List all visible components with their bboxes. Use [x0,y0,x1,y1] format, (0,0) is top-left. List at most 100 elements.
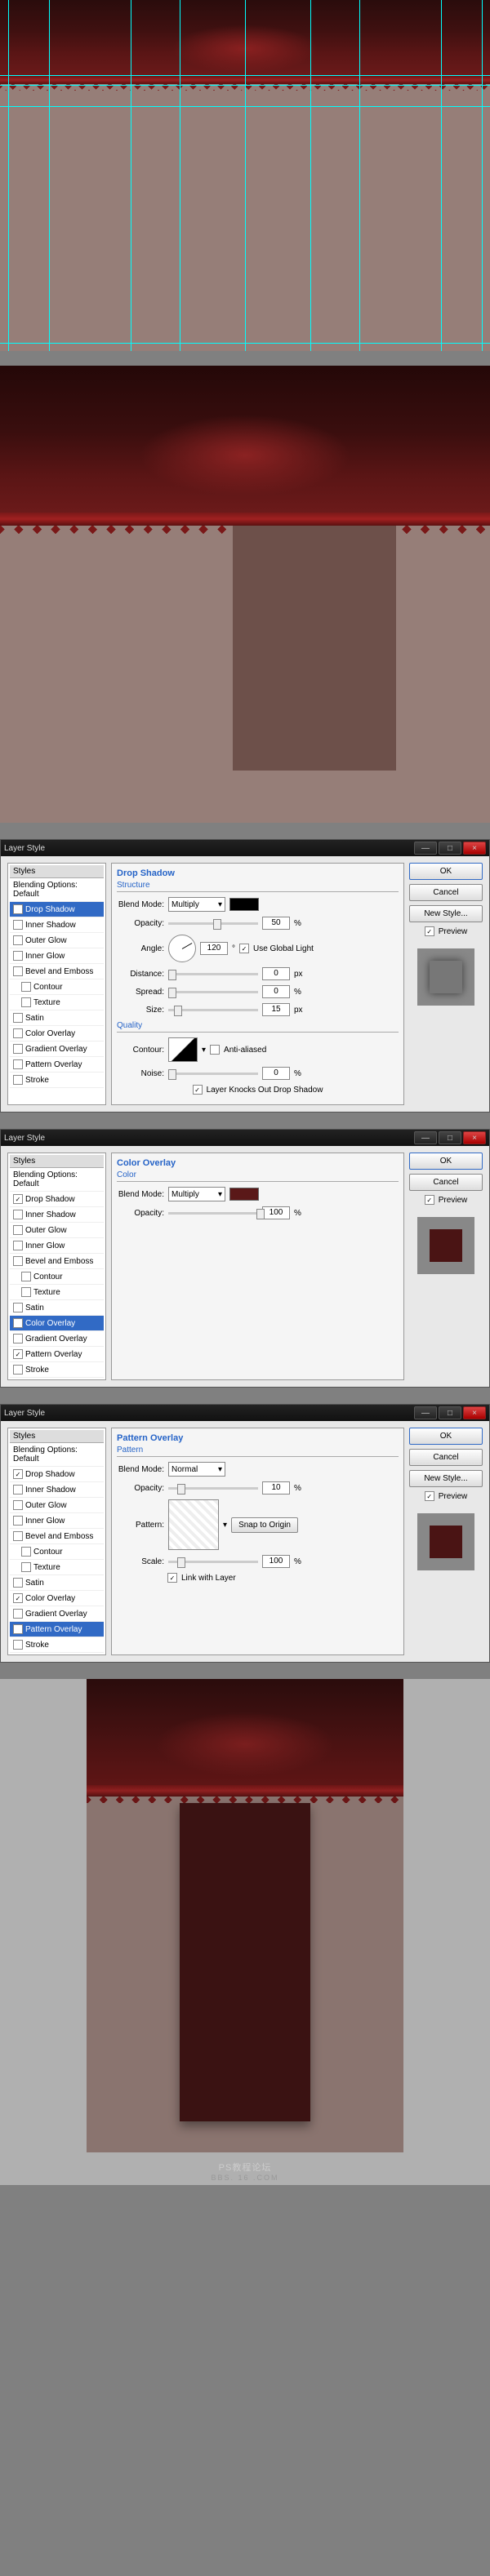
cancel-button[interactable]: Cancel [409,884,483,901]
blend-mode-select[interactable]: Multiply▾ [168,1187,225,1201]
checkbox-icon[interactable] [13,1028,23,1038]
distance-slider[interactable] [168,973,258,975]
style-texture[interactable]: Texture [10,1285,104,1300]
style-inner-shadow[interactable]: Inner Shadow [10,917,104,933]
knocks-out-checkbox[interactable]: ✓ [193,1085,203,1095]
new-style-button[interactable]: New Style... [409,1470,483,1487]
checkbox-icon[interactable] [13,1241,23,1250]
checkbox-icon[interactable] [21,1562,31,1572]
checkbox-icon[interactable]: ✓ [13,904,23,914]
preview-checkbox[interactable]: ✓ [425,926,434,936]
minimize-button[interactable]: — [414,1131,437,1144]
dialog-titlebar[interactable]: Layer Style —□× [1,1130,489,1146]
checkbox-icon[interactable] [13,1365,23,1375]
style-gradient-overlay[interactable]: Gradient Overlay [10,1606,104,1622]
ok-button[interactable]: OK [409,863,483,880]
spread-slider[interactable] [168,991,258,993]
style-contour[interactable]: Contour [10,1269,104,1285]
contour-picker[interactable] [168,1037,198,1062]
close-button[interactable]: × [463,1406,486,1419]
preview-checkbox[interactable]: ✓ [425,1195,434,1205]
chevron-down-icon[interactable]: ▾ [223,1521,227,1530]
style-color-overlay[interactable]: ✓Color Overlay [10,1591,104,1606]
opacity-input[interactable]: 10 [262,1481,290,1495]
noise-slider[interactable] [168,1073,258,1075]
checkbox-icon[interactable] [13,935,23,945]
style-stroke[interactable]: Stroke [10,1362,104,1378]
checkbox-icon[interactable] [13,951,23,961]
opacity-input[interactable]: 50 [262,917,290,930]
ok-button[interactable]: OK [409,1428,483,1445]
checkbox-icon[interactable] [13,1531,23,1541]
minimize-button[interactable]: — [414,842,437,855]
blending-options[interactable]: Blending Options: Default [10,878,104,902]
cancel-button[interactable]: Cancel [409,1449,483,1466]
opacity-input[interactable]: 100 [262,1206,290,1219]
style-drop-shadow[interactable]: ✓Drop Shadow [10,902,104,917]
overlay-color-swatch[interactable] [229,1188,259,1201]
size-input[interactable]: 15 [262,1003,290,1016]
checkbox-icon[interactable]: ✓ [13,1349,23,1359]
new-style-button[interactable]: New Style... [409,905,483,922]
maximize-button[interactable]: □ [439,1406,461,1419]
style-gradient-overlay[interactable]: Gradient Overlay [10,1331,104,1347]
opacity-slider[interactable] [168,1487,258,1490]
checkbox-icon[interactable]: ✓ [13,1318,23,1328]
pattern-picker[interactable] [168,1499,219,1550]
checkbox-icon[interactable] [13,1225,23,1235]
checkbox-icon[interactable] [13,1334,23,1344]
style-gradient-overlay[interactable]: Gradient Overlay [10,1042,104,1057]
style-texture[interactable]: Texture [10,1560,104,1575]
style-color-overlay[interactable]: Color Overlay [10,1026,104,1042]
spread-input[interactable]: 0 [262,985,290,998]
chevron-down-icon[interactable]: ▾ [202,1046,206,1055]
style-pattern-overlay[interactable]: Pattern Overlay [10,1057,104,1073]
minimize-button[interactable]: — [414,1406,437,1419]
angle-input[interactable]: 120 [200,942,228,955]
style-texture[interactable]: Texture [10,995,104,1010]
link-layer-checkbox[interactable]: ✓ [167,1573,177,1583]
style-bevel[interactable]: Bevel and Emboss [10,1529,104,1544]
size-slider[interactable] [168,1009,258,1011]
style-satin[interactable]: Satin [10,1010,104,1026]
style-contour[interactable]: Contour [10,1544,104,1560]
scale-input[interactable]: 100 [262,1555,290,1568]
checkbox-icon[interactable]: ✓ [13,1624,23,1634]
dialog-titlebar[interactable]: Layer Style —□× [1,1405,489,1421]
snap-origin-button[interactable]: Snap to Origin [231,1517,298,1533]
blend-mode-select[interactable]: Multiply▾ [168,897,225,912]
style-outer-glow[interactable]: Outer Glow [10,933,104,948]
checkbox-icon[interactable] [21,982,31,992]
style-satin[interactable]: Satin [10,1300,104,1316]
checkbox-icon[interactable] [13,966,23,976]
style-bevel[interactable]: Bevel and Emboss [10,964,104,979]
checkbox-icon[interactable] [13,1075,23,1085]
style-stroke[interactable]: Stroke [10,1637,104,1653]
checkbox-icon[interactable]: ✓ [13,1593,23,1603]
noise-input[interactable]: 0 [262,1067,290,1080]
distance-input[interactable]: 0 [262,967,290,980]
opacity-slider[interactable] [168,1212,258,1215]
style-pattern-overlay[interactable]: ✓Pattern Overlay [10,1622,104,1637]
shadow-color-swatch[interactable] [229,898,259,911]
blending-options[interactable]: Blending Options: Default [10,1168,104,1192]
checkbox-icon[interactable] [21,1287,31,1297]
style-outer-glow[interactable]: Outer Glow [10,1223,104,1238]
maximize-button[interactable]: □ [439,842,461,855]
checkbox-icon[interactable] [13,1485,23,1495]
cancel-button[interactable]: Cancel [409,1174,483,1191]
checkbox-icon[interactable]: ✓ [13,1469,23,1479]
blending-options[interactable]: Blending Options: Default [10,1443,104,1467]
close-button[interactable]: × [463,1131,486,1144]
style-outer-glow[interactable]: Outer Glow [10,1498,104,1513]
close-button[interactable]: × [463,842,486,855]
checkbox-icon[interactable] [13,1640,23,1650]
style-pattern-overlay[interactable]: ✓Pattern Overlay [10,1347,104,1362]
style-satin[interactable]: Satin [10,1575,104,1591]
scale-slider[interactable] [168,1561,258,1563]
style-drop-shadow[interactable]: ✓Drop Shadow [10,1467,104,1482]
style-bevel[interactable]: Bevel and Emboss [10,1254,104,1269]
style-contour[interactable]: Contour [10,979,104,995]
angle-wheel[interactable] [168,935,196,962]
opacity-slider[interactable] [168,922,258,925]
